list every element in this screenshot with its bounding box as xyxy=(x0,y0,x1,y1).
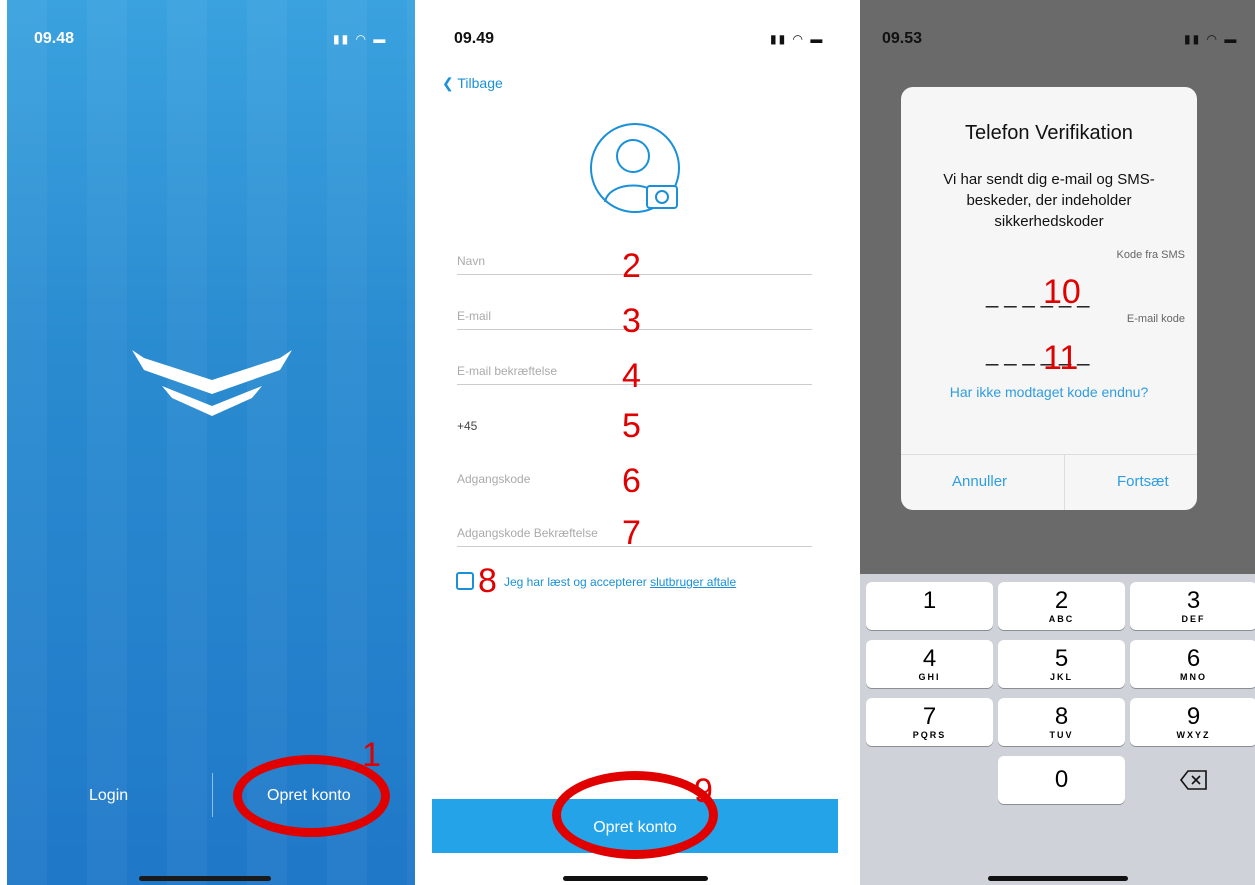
key-letters: TUV xyxy=(1049,730,1074,740)
country-code: +45 xyxy=(457,419,478,433)
verification-dialog: Telefon Verifikation Vi har sendt dig e-… xyxy=(901,87,1197,510)
terms-label: Jeg har læst og accepterer xyxy=(504,575,647,589)
key-digit: 8 xyxy=(1054,703,1069,730)
status-time: 09.53 xyxy=(882,30,923,47)
sms-code-label: Kode fra SMS xyxy=(1116,249,1185,261)
key-2[interactable]: 2 ABC xyxy=(998,582,1125,630)
key-digit: 2 xyxy=(1054,587,1069,614)
step-marker: 2 xyxy=(622,247,641,285)
password-placeholder: Adgangskode xyxy=(457,472,531,486)
home-indicator xyxy=(988,876,1128,881)
step-marker: 10 xyxy=(1043,273,1081,311)
backspace-icon xyxy=(1179,770,1207,790)
numeric-keypad: 1 2 ABC 3 DEF 4 GHI 5 JKL 6 MNO 7 PQRS 8 TUV 9W… xyxy=(860,574,1255,885)
background-photo xyxy=(7,0,415,885)
email-code-input[interactable]: ______ xyxy=(986,341,1095,367)
key-letters: PQRS xyxy=(912,730,947,740)
app-logo xyxy=(132,350,292,416)
status-icons: ▮▮ ◠ ▬ xyxy=(1184,32,1239,46)
status-time: 09.49 xyxy=(454,30,495,47)
dialog-message: Vi har sendt dig e-mail og SMS-beskeder,… xyxy=(943,171,1155,230)
key-digit: 9 xyxy=(1186,703,1201,730)
backspace-key[interactable] xyxy=(1130,756,1255,804)
key-9[interactable]: 9 WXYZ xyxy=(1130,698,1255,746)
step-marker: 6 xyxy=(622,462,641,500)
key-digit: 1 xyxy=(922,587,937,614)
status-time: 09.48 xyxy=(34,30,75,47)
step-marker: 5 xyxy=(622,407,641,445)
key-digit: 0 xyxy=(1054,766,1069,793)
step-marker: 4 xyxy=(622,357,641,395)
terms-checkbox[interactable] xyxy=(456,572,474,590)
avatar-camera-icon[interactable] xyxy=(589,122,681,214)
terms-text: Jeg har læst og accepterer slutbruger af… xyxy=(504,575,736,589)
chevron-left-icon: ❮ xyxy=(442,75,454,91)
key-letters: ABC xyxy=(1048,614,1075,624)
key-8[interactable]: 8 TUV xyxy=(998,698,1125,746)
step-marker: 9 xyxy=(694,772,713,810)
step-marker: 3 xyxy=(622,302,641,340)
key-3[interactable]: 3 DEF xyxy=(1130,582,1255,630)
key-7[interactable]: 7 PQRS xyxy=(866,698,993,746)
key-5[interactable]: 5 JKL xyxy=(998,640,1125,688)
key-digit: 5 xyxy=(1054,645,1069,672)
key-digit: 6 xyxy=(1186,645,1201,672)
login-link[interactable]: Login xyxy=(89,787,128,805)
back-label: Tilbage xyxy=(457,75,503,91)
key-letters: GHI xyxy=(918,672,941,682)
key-0[interactable]: 0 xyxy=(998,756,1125,804)
cancel-button[interactable]: Annuller xyxy=(952,473,1007,490)
key-1[interactable]: 1 xyxy=(866,582,993,630)
continue-button[interactable]: Fortsæt xyxy=(1117,473,1169,490)
step-marker: 1 xyxy=(362,736,381,774)
key-letters: JKL xyxy=(1049,672,1073,682)
dialog-title: Telefon Verifikation xyxy=(965,122,1133,144)
step-marker: 8 xyxy=(478,562,497,600)
key-digit: 4 xyxy=(922,645,937,672)
home-indicator xyxy=(139,876,271,881)
step-marker: 11 xyxy=(1043,339,1079,377)
dialog-divider xyxy=(1064,454,1065,510)
back-button[interactable]: ❮ Tilbage xyxy=(442,75,503,92)
email-confirm-placeholder: E-mail bekræftelse xyxy=(457,364,558,378)
dialog-divider xyxy=(901,454,1197,455)
key-6[interactable]: 6 MNO xyxy=(1130,640,1255,688)
status-icons: ▮▮ ◠ ▬ xyxy=(770,32,825,46)
signup-screen: 09.49 ▮▮ ◠ ▬ ❮ Tilbage Navn 2 E-mail 3 E… xyxy=(432,0,838,885)
step-marker: 7 xyxy=(622,514,641,552)
welcome-screen: 09.48 ▮▮ ◠ ▬ Login Opret konto 1 xyxy=(7,0,415,885)
status-icons: ▮▮ ◠ ▬ xyxy=(333,32,388,46)
email-placeholder: E-mail xyxy=(457,309,492,323)
key-letters: DEF xyxy=(1181,614,1206,624)
divider xyxy=(212,773,213,817)
email-code-label: E-mail kode xyxy=(1126,313,1185,325)
verification-screen: 09.53 ▮▮ ◠ ▬ Telefon Verifikation Vi har… xyxy=(860,0,1255,885)
key-letters: WXYZ xyxy=(1176,730,1211,740)
name-placeholder: Navn xyxy=(457,254,486,268)
key-letters: MNO xyxy=(1180,672,1207,682)
key-digit: 3 xyxy=(1186,587,1201,614)
terms-link[interactable]: slutbruger aftale xyxy=(650,575,736,589)
resend-code-link[interactable]: Har ikke modtaget kode endnu? xyxy=(901,384,1197,400)
home-indicator xyxy=(563,876,708,881)
key-4[interactable]: 4 GHI xyxy=(866,640,993,688)
key-digit: 7 xyxy=(922,703,937,730)
password-confirm-placeholder: Adgangskode Bekræftelse xyxy=(457,526,598,540)
